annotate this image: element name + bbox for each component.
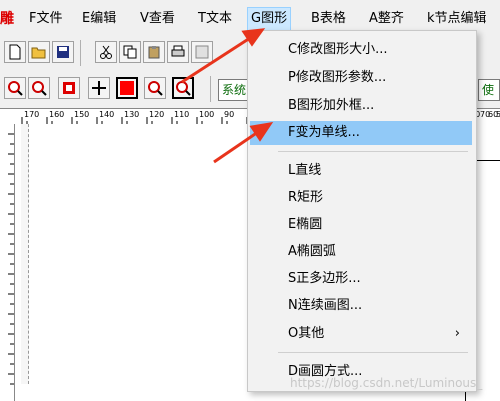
annotation-arrow bbox=[181, 36, 251, 84]
arrow-head-icon bbox=[249, 121, 274, 142]
annotation-arrows bbox=[181, 28, 274, 164]
annotation-arrow bbox=[213, 130, 259, 164]
